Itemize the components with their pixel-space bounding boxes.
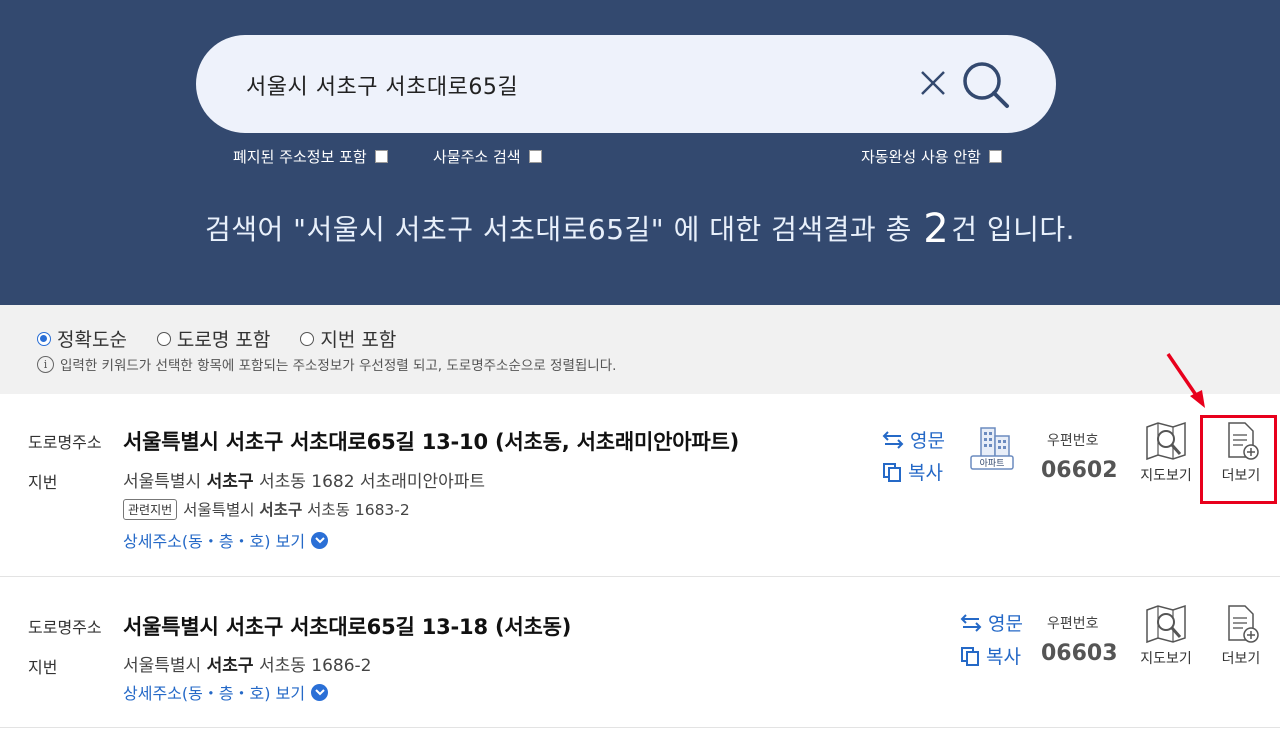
thing-address-label: 사물주소 검색: [433, 147, 521, 166]
more-label: 더보기: [1221, 651, 1261, 667]
road-address-label: 도로명주소: [28, 433, 102, 452]
english-address-button[interactable]: 영문: [960, 609, 1023, 636]
apartment-icon-label: 아파트: [980, 458, 1005, 469]
copy-label: 복사: [986, 646, 1021, 668]
copy-address-button[interactable]: 복사: [960, 642, 1021, 669]
detail-address-link[interactable]: 상세주소(동・층・호) 보기: [123, 680, 329, 704]
jibun-address: 서울특별시 서초구 서초동 1686-2: [123, 651, 371, 676]
radio-dot: [37, 331, 51, 346]
copy-icon: [883, 462, 901, 482]
map-view-button[interactable]: 지도보기: [1135, 604, 1197, 668]
zip-label: 우편번호: [1047, 616, 1099, 632]
closed-address-checkbox[interactable]: [374, 149, 388, 163]
copy-address-button[interactable]: 복사: [882, 458, 943, 485]
sort-note-text: 입력한 키워드가 선택한 항목에 포함되는 주소정보가 우선정렬 되고, 도로명…: [60, 358, 617, 374]
jibun-label: 지번: [28, 473, 58, 492]
info-icon: i: [37, 355, 54, 373]
english-label: 영문: [988, 613, 1023, 635]
sort-jibun-radio[interactable]: 지번 포함: [300, 325, 396, 352]
sort-road-label: 도로명 포함: [176, 329, 271, 351]
related-jibun: 관련지번 서울특별시 서초구 서초동 1683-2: [123, 498, 410, 520]
document-plus-icon: [1228, 605, 1259, 643]
chevron-down-icon: [311, 683, 329, 701]
map-label: 지도보기: [1140, 468, 1192, 484]
jibun-district: 서초구: [206, 656, 254, 676]
zip-code: 06603: [1041, 641, 1118, 666]
jibun-part: 서울특별시: [123, 472, 202, 492]
radio-dot: [300, 331, 315, 346]
swap-icon: [960, 613, 982, 632]
search-box[interactable]: 서울시 서초구 서초대로65길: [196, 35, 1056, 133]
sort-accuracy-radio[interactable]: 정확도순: [37, 325, 127, 352]
jibun-label: 지번: [28, 658, 58, 677]
closed-address-label: 폐지된 주소정보 포함: [233, 147, 367, 166]
jibun-part: 서초동 1682 서초래미안아파트: [258, 472, 486, 492]
autocomplete-checkbox[interactable]: [988, 149, 1002, 163]
result-count: 2: [923, 206, 950, 252]
map-icon: [1146, 604, 1186, 644]
copy-label: 복사: [908, 462, 943, 484]
related-district: 서초구: [259, 501, 303, 519]
jibun-part: 서초동 1686-2: [258, 656, 372, 676]
english-label: 영문: [910, 430, 945, 452]
sort-options: 정확도순 도로명 포함 지번 포함: [37, 325, 426, 352]
thing-address-option[interactable]: 사물주소 검색: [433, 146, 542, 166]
english-address-button[interactable]: 영문: [882, 426, 945, 453]
result-item: 도로명주소 서울특별시 서초구 서초대로65길 13-10 (서초동, 서초래미…: [0, 395, 1280, 577]
detail-address-label: 상세주소(동・층・호) 보기: [123, 532, 306, 551]
close-icon[interactable]: [916, 66, 950, 100]
road-address-label: 도로명주소: [28, 618, 102, 637]
search-input[interactable]: 서울시 서초구 서초대로65길: [246, 69, 518, 101]
detail-address-label: 상세주소(동・층・호) 보기: [123, 684, 306, 703]
result-summary: 검색어 "서울시 서초구 서초대로65길" 에 대한 검색결과 총 2건 입니다…: [0, 203, 1280, 252]
related-jibun-badge: 관련지번: [123, 498, 178, 520]
annotation-arrow-icon: [1166, 353, 1205, 408]
sort-accuracy-label: 정확도순: [57, 329, 127, 351]
summary-suffix: 건 입니다.: [951, 213, 1076, 246]
summary-prefix: 검색어 "서울시 서초구 서초대로65길" 에 대한 검색결과 총: [204, 213, 912, 246]
jibun-district: 서초구: [206, 472, 254, 492]
sort-road-radio[interactable]: 도로명 포함: [156, 325, 271, 352]
jibun-address: 서울특별시 서초구 서초동 1682 서초래미안아파트: [123, 467, 485, 492]
detail-address-link[interactable]: 상세주소(동・층・호) 보기: [123, 528, 329, 552]
search-icon[interactable]: [960, 59, 1012, 111]
autocomplete-option[interactable]: 자동완성 사용 안함: [861, 146, 1002, 166]
apartment-icon: 아파트: [970, 427, 1014, 470]
thing-address-checkbox[interactable]: [528, 149, 542, 163]
zip-code: 06602: [1041, 458, 1118, 483]
more-button[interactable]: 더보기: [1210, 604, 1272, 668]
copy-icon: [961, 646, 979, 666]
zip-label: 우편번호: [1047, 433, 1099, 449]
radio-dot: [156, 331, 171, 346]
map-view-button[interactable]: 지도보기: [1135, 421, 1197, 485]
sort-note: i 입력한 키워드가 선택한 항목에 포함되는 주소정보가 우선정렬 되고, 도…: [37, 354, 616, 374]
chevron-down-icon: [311, 531, 329, 549]
sort-jibun-label: 지번 포함: [320, 329, 397, 351]
related-part: 서울특별시: [183, 501, 255, 519]
annotation-highlight-box: [1200, 415, 1277, 504]
swap-icon: [882, 430, 904, 449]
closed-address-option[interactable]: 폐지된 주소정보 포함: [233, 146, 388, 166]
jibun-part: 서울특별시: [123, 656, 202, 676]
map-icon: [1146, 421, 1186, 461]
search-header: 서울시 서초구 서초대로65길 폐지된 주소정보 포함 사물주소 검색 자동완성…: [0, 0, 1280, 305]
road-address: 서울특별시 서초구 서초대로65길 13-18 (서초동): [123, 615, 572, 639]
road-address: 서울특별시 서초구 서초대로65길 13-10 (서초동, 서초래미안아파트): [123, 430, 739, 454]
sort-bar: 정확도순 도로명 포함 지번 포함 i 입력한 키워드가 선택한 항목에 포함되…: [0, 305, 1280, 394]
result-item: 도로명주소 서울특별시 서초구 서초대로65길 13-18 (서초동) 지번 서…: [0, 578, 1280, 728]
map-label: 지도보기: [1140, 651, 1192, 667]
autocomplete-label: 자동완성 사용 안함: [861, 147, 981, 166]
related-part: 서초동 1683-2: [307, 501, 410, 519]
